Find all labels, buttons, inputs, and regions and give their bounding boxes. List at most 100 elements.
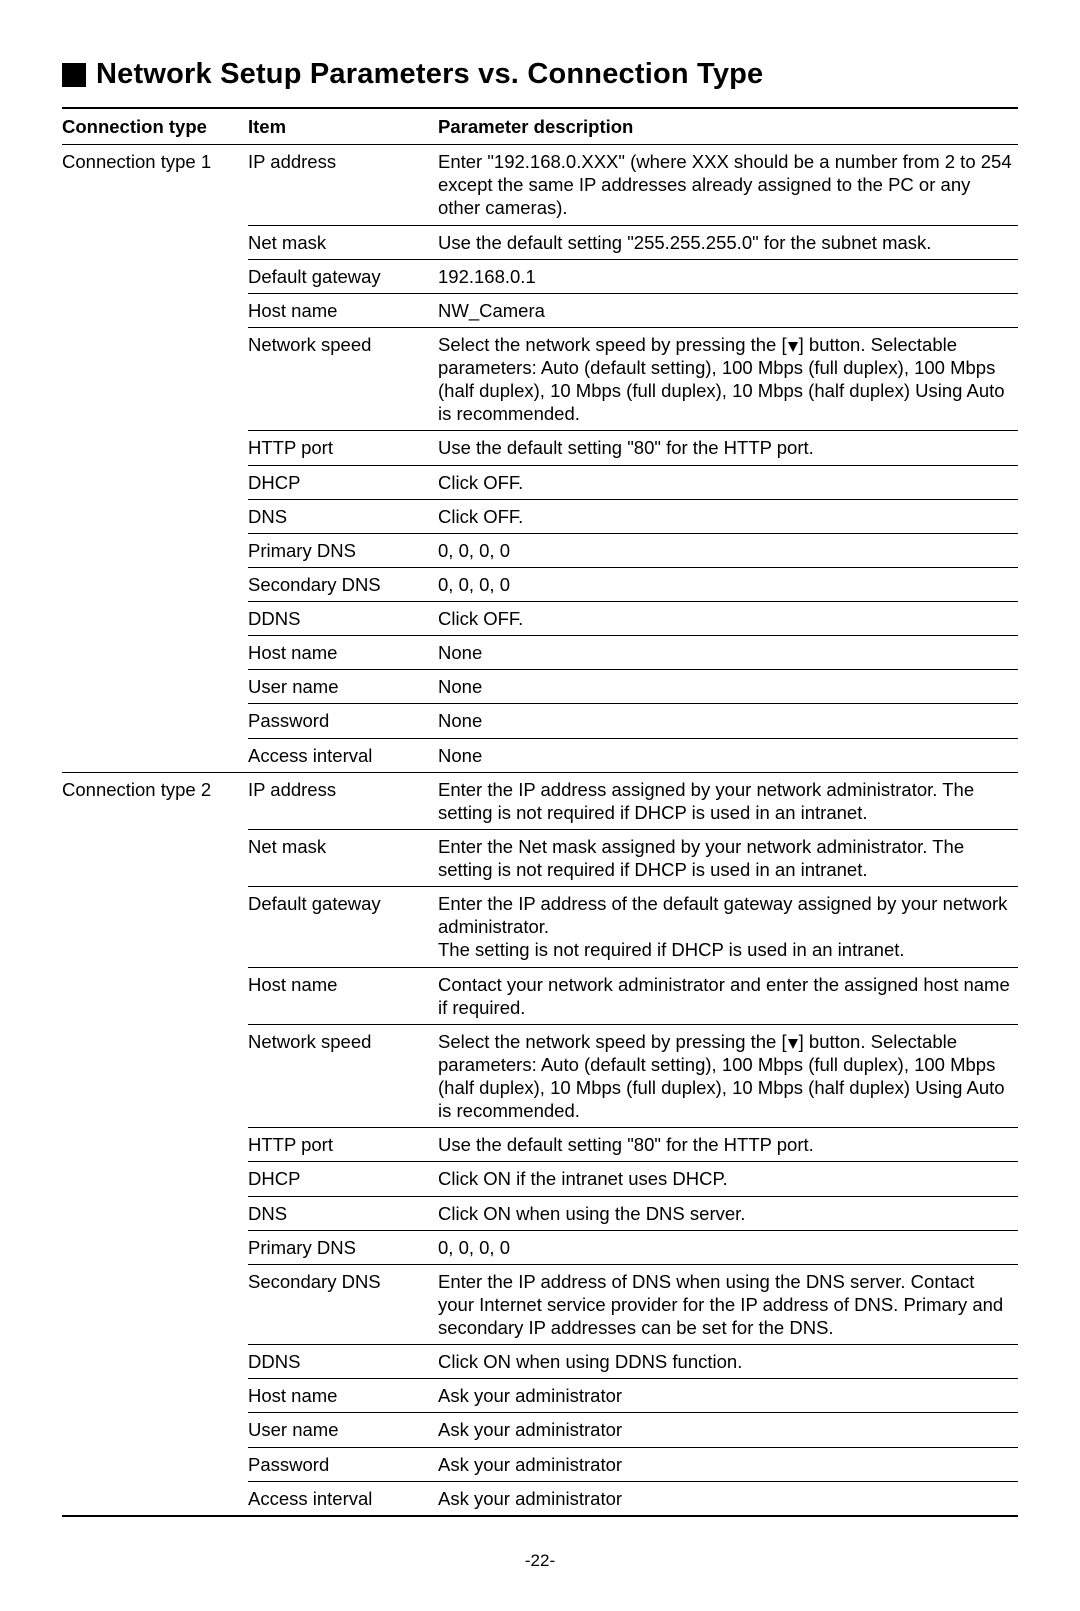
cell-item: DHCP bbox=[248, 1162, 438, 1196]
table-row: HTTP portUse the default setting "80" fo… bbox=[62, 431, 1018, 465]
cell-description: Ask your administrator bbox=[438, 1413, 1018, 1447]
cell-item: Password bbox=[248, 704, 438, 738]
table-row: Host nameContact your network administra… bbox=[62, 967, 1018, 1024]
cell-connection-type bbox=[62, 887, 248, 967]
table-row: Primary DNS0, 0, 0, 0 bbox=[62, 1230, 1018, 1264]
table-bottom-rule bbox=[62, 1515, 1018, 1517]
table-row: PasswordAsk your administrator bbox=[62, 1447, 1018, 1481]
cell-description: Enter the IP address of the default gate… bbox=[438, 887, 1018, 967]
cell-connection-type bbox=[62, 602, 248, 636]
cell-item: Host name bbox=[248, 293, 438, 327]
down-triangle-icon bbox=[788, 342, 798, 352]
cell-connection-type bbox=[62, 1481, 248, 1515]
cell-description: Use the default setting "80" for the HTT… bbox=[438, 431, 1018, 465]
page-title-wrap: Network Setup Parameters vs. Connection … bbox=[62, 58, 1018, 91]
cell-item: Default gateway bbox=[248, 887, 438, 967]
cell-connection-type bbox=[62, 533, 248, 567]
cell-description: Ask your administrator bbox=[438, 1481, 1018, 1515]
cell-item: Host name bbox=[248, 967, 438, 1024]
table-row: Host nameAsk your administrator bbox=[62, 1379, 1018, 1413]
cell-connection-type bbox=[62, 636, 248, 670]
table-row: Host nameNW_Camera bbox=[62, 293, 1018, 327]
cell-connection-type bbox=[62, 829, 248, 886]
cell-description: Click OFF. bbox=[438, 465, 1018, 499]
cell-description: Enter the IP address assigned by your ne… bbox=[438, 772, 1018, 829]
cell-item: Password bbox=[248, 1447, 438, 1481]
cell-item: DDNS bbox=[248, 602, 438, 636]
cell-description: Ask your administrator bbox=[438, 1447, 1018, 1481]
cell-item: Secondary DNS bbox=[248, 567, 438, 601]
cell-description: Select the network speed by pressing the… bbox=[438, 1024, 1018, 1128]
cell-description: None bbox=[438, 704, 1018, 738]
cell-connection-type bbox=[62, 293, 248, 327]
cell-description: 0, 0, 0, 0 bbox=[438, 1230, 1018, 1264]
table-row: Network speedSelect the network speed by… bbox=[62, 1024, 1018, 1128]
cell-item: DNS bbox=[248, 499, 438, 533]
cell-description: 0, 0, 0, 0 bbox=[438, 533, 1018, 567]
cell-connection-type bbox=[62, 1264, 248, 1344]
cell-connection-type bbox=[62, 1230, 248, 1264]
square-bullet-icon bbox=[62, 63, 86, 87]
cell-item: Network speed bbox=[248, 327, 438, 431]
table-row: HTTP portUse the default setting "80" fo… bbox=[62, 1128, 1018, 1162]
table-row: DHCPClick ON if the intranet uses DHCP. bbox=[62, 1162, 1018, 1196]
header-connection-type: Connection type bbox=[62, 108, 248, 145]
cell-item: DDNS bbox=[248, 1345, 438, 1379]
cell-connection-type bbox=[62, 567, 248, 601]
cell-description: None bbox=[438, 636, 1018, 670]
cell-item: DNS bbox=[248, 1196, 438, 1230]
table-row: DDNSClick OFF. bbox=[62, 602, 1018, 636]
cell-connection-type bbox=[62, 259, 248, 293]
cell-connection-type: Connection type 2 bbox=[62, 772, 248, 829]
cell-connection-type bbox=[62, 738, 248, 772]
cell-item: Primary DNS bbox=[248, 533, 438, 567]
cell-item: Default gateway bbox=[248, 259, 438, 293]
cell-connection-type bbox=[62, 1196, 248, 1230]
table-row: Net maskUse the default setting "255.255… bbox=[62, 225, 1018, 259]
cell-connection-type bbox=[62, 1024, 248, 1128]
page-number: -22- bbox=[62, 1551, 1018, 1571]
table-row: User nameAsk your administrator bbox=[62, 1413, 1018, 1447]
cell-connection-type bbox=[62, 1447, 248, 1481]
cell-item: Net mask bbox=[248, 829, 438, 886]
table-row: Net maskEnter the Net mask assigned by y… bbox=[62, 829, 1018, 886]
cell-description: None bbox=[438, 738, 1018, 772]
cell-description: None bbox=[438, 670, 1018, 704]
table-row: Connection type 2IP addressEnter the IP … bbox=[62, 772, 1018, 829]
cell-item: User name bbox=[248, 670, 438, 704]
header-item: Item bbox=[248, 108, 438, 145]
parameters-table: Connection type Item Parameter descripti… bbox=[62, 107, 1018, 1515]
cell-description: Ask your administrator bbox=[438, 1379, 1018, 1413]
table-row: Default gatewayEnter the IP address of t… bbox=[62, 887, 1018, 967]
header-parameter-description: Parameter description bbox=[438, 108, 1018, 145]
cell-connection-type bbox=[62, 499, 248, 533]
cell-connection-type bbox=[62, 327, 248, 431]
table-row: DNSClick OFF. bbox=[62, 499, 1018, 533]
table-row: Secondary DNS0, 0, 0, 0 bbox=[62, 567, 1018, 601]
table-row: Host nameNone bbox=[62, 636, 1018, 670]
cell-connection-type: Connection type 1 bbox=[62, 145, 248, 225]
table-row: Primary DNS0, 0, 0, 0 bbox=[62, 533, 1018, 567]
cell-item: IP address bbox=[248, 145, 438, 225]
cell-item: User name bbox=[248, 1413, 438, 1447]
cell-item: IP address bbox=[248, 772, 438, 829]
table-row: DDNSClick ON when using DDNS function. bbox=[62, 1345, 1018, 1379]
cell-item: Net mask bbox=[248, 225, 438, 259]
cell-connection-type bbox=[62, 670, 248, 704]
cell-description: NW_Camera bbox=[438, 293, 1018, 327]
table-row: DHCPClick OFF. bbox=[62, 465, 1018, 499]
cell-description: Enter the Net mask assigned by your netw… bbox=[438, 829, 1018, 886]
cell-connection-type bbox=[62, 1162, 248, 1196]
cell-connection-type bbox=[62, 704, 248, 738]
cell-connection-type bbox=[62, 431, 248, 465]
cell-connection-type bbox=[62, 967, 248, 1024]
cell-item: DHCP bbox=[248, 465, 438, 499]
table-row: DNSClick ON when using the DNS server. bbox=[62, 1196, 1018, 1230]
table-row: Access intervalNone bbox=[62, 738, 1018, 772]
cell-connection-type bbox=[62, 1379, 248, 1413]
cell-description: Enter "192.168.0.XXX" (where XXX should … bbox=[438, 145, 1018, 225]
cell-description: Contact your network administrator and e… bbox=[438, 967, 1018, 1024]
cell-item: HTTP port bbox=[248, 1128, 438, 1162]
cell-description: Use the default setting "255.255.255.0" … bbox=[438, 225, 1018, 259]
cell-connection-type bbox=[62, 225, 248, 259]
